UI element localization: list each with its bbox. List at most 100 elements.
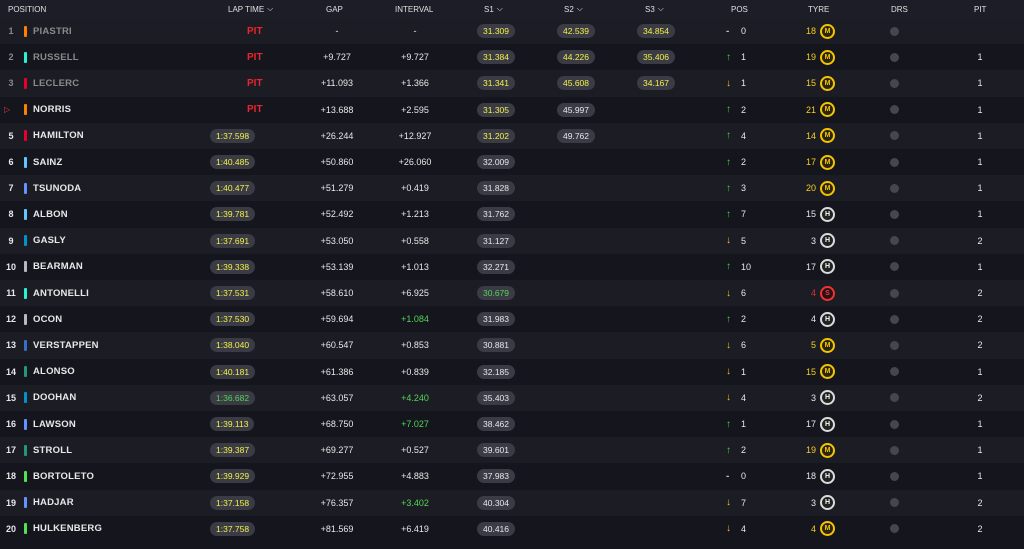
s1-time: 30.881 [477,338,515,353]
driver-name[interactable]: DOOHAN [33,385,76,411]
laptime-cell: 1:37.158 [210,490,280,516]
table-row[interactable]: 19 HADJAR 1:37.158 +76.357 +3.402 40.304… [0,489,1024,516]
tyre-compound: M [820,44,836,70]
s3-cell [636,411,676,437]
s2-cell [556,332,596,358]
col-header-pit[interactable]: PIT [974,0,986,18]
s2-cell [556,201,596,227]
s1-cell: 31.127 [476,228,516,254]
col-header-interval[interactable]: INTERVAL [395,0,433,18]
tyre-compound: M [820,437,836,463]
table-row[interactable]: 7 TSUNODA 1:40.477 +51.279 +0.419 31.828… [0,175,1024,202]
driver-name[interactable]: BORTOLETO [33,463,94,489]
table-row[interactable]: 16 LAWSON 1:39.113 +68.750 +7.027 38.462… [0,411,1024,438]
table-row[interactable]: 5 HAMILTON 1:37.598 +26.244 +12.927 31.2… [0,122,1024,149]
driver-name[interactable]: HULKENBERG [33,516,102,542]
laptime-pill: 1:40.485 [210,155,256,170]
pit-count: 1 [977,52,983,63]
driver-name[interactable]: PIASTRI [33,18,72,44]
team-color-bar [24,18,27,44]
col-header-laptime[interactable]: LAP TIME ⌵ [228,0,273,18]
drs-cell [890,280,910,306]
table-row[interactable]: 14 ALONSO 1:40.181 +61.386 +0.839 32.185… [0,358,1024,385]
table-row[interactable]: 18 BORTOLETO 1:39.929 +72.955 +4.883 37.… [0,463,1024,490]
table-row[interactable]: 17 STROLL 1:39.387 +69.277 +0.527 39.601… [0,437,1024,464]
s3-cell: 35.406 [636,44,676,70]
s1-cell: 30.679 [476,280,516,306]
table-row[interactable]: 9 GASLY 1:37.691 +53.050 +0.558 31.127 ↓… [0,227,1024,254]
position-change: ↓ 6 [726,280,766,306]
table-row[interactable]: 6 SAINZ 1:40.485 +50.860 +26.060 32.009 … [0,149,1024,176]
gap-value: - [335,26,339,37]
tyre-compound: H [820,411,836,437]
s2-cell: 44.226 [556,44,596,70]
table-row[interactable]: ▷ NORRIS PIT +13.688 +2.595 31.305 45.99… [0,96,1024,123]
s3-cell [636,201,676,227]
laptime-pill: 1:37.531 [210,286,256,301]
table-row[interactable]: 1 PIASTRI PIT - - 31.309 42.539 34.854 -… [0,18,1024,45]
tyre-age: 18 [805,471,816,482]
s1-cell: 40.304 [476,490,516,516]
driver-name[interactable]: ALBON [33,201,68,227]
col-header-s2[interactable]: S2 ⌵ [564,0,583,18]
driver-name[interactable]: NORRIS [33,97,71,123]
table-row[interactable]: 10 BEARMAN 1:39.338 +53.139 +1.013 32.27… [0,253,1024,280]
tyre-icon: H [820,259,835,275]
driver-name[interactable]: HAMILTON [33,123,84,149]
driver-name[interactable]: SAINZ [33,149,63,175]
table-row[interactable]: 3 LECLERC PIT +11.093 +1.366 31.341 45.6… [0,70,1024,97]
chevron-down-icon: ⌵ [576,4,583,13]
driver-name[interactable]: LECLERC [33,70,79,96]
table-row[interactable]: 15 DOOHAN 1:36.682 +63.057 +4.240 35.403… [0,384,1024,411]
driver-name[interactable]: TSUNODA [33,175,81,201]
position-number: 1 [8,26,14,37]
position-change: ↓ 1 [726,70,766,96]
col-header-drs[interactable]: DRS [891,0,908,18]
driver-name[interactable]: LAWSON [33,411,76,437]
s2-time: 49.762 [557,128,595,143]
table-row[interactable]: 20 HULKENBERG 1:37.758 +81.569 +6.419 40… [0,515,1024,542]
laptime-pill: 1:39.781 [210,207,256,222]
col-header-pos[interactable]: POS [731,0,748,18]
driver-name[interactable]: RUSSELL [33,44,79,70]
driver-name[interactable]: HADJAR [33,490,74,516]
table-row[interactable]: 8 ALBON 1:39.781 +52.492 +1.213 31.762 ↑… [0,201,1024,228]
col-header-position[interactable]: POSITION [8,0,46,18]
position-number: 20 [5,523,16,534]
s3-cell [636,490,676,516]
driver-name[interactable]: STROLL [33,437,72,463]
driver-name[interactable]: VERSTAPPEN [33,332,99,358]
driver-name[interactable]: GASLY [33,228,66,254]
s1-cell: 30.881 [476,332,516,358]
table-row[interactable]: 2 RUSSELL PIT +9.727 +9.727 31.384 44.22… [0,44,1024,71]
position-change-value: 0 [741,471,747,482]
driver-name[interactable]: ANTONELLI [33,280,89,306]
tyre-age: 15 [805,209,816,220]
interval-value: +7.027 [401,419,429,430]
s1-time: 31.983 [477,312,515,327]
table-row[interactable]: 12 OCON 1:37.530 +59.694 +1.084 31.983 ↑… [0,306,1024,333]
driver-name[interactable]: OCON [33,306,62,332]
position-change-value: 1 [741,52,747,63]
laptime-pill: 1:37.598 [210,128,256,143]
s2-cell [556,437,596,463]
position-change-value: 1 [741,419,747,430]
driver-name[interactable]: BEARMAN [33,254,83,280]
team-color-bar [24,149,27,175]
col-header-s1[interactable]: S1 ⌵ [484,0,503,18]
table-row[interactable]: 11 ANTONELLI 1:37.531 +58.610 +6.925 30.… [0,280,1024,307]
drs-indicator-icon [890,393,899,403]
interval-value: +6.419 [401,523,429,534]
tyre-age: 4 [810,314,816,325]
tyre-compound: H [820,306,836,332]
col-header-tyre[interactable]: TYRE [808,0,829,18]
position-number: 16 [5,419,16,430]
col-header-s3[interactable]: S3 ⌵ [645,0,664,18]
laptime-pill: 1:39.387 [210,443,256,458]
table-row[interactable]: 13 VERSTAPPEN 1:38.040 +60.547 +0.853 30… [0,332,1024,359]
driver-name[interactable]: ALONSO [33,359,75,385]
col-header-gap[interactable]: GAP [326,0,343,18]
tyre-icon: H [820,495,835,511]
s2-cell [556,306,596,332]
position-change-value: 3 [741,183,747,194]
